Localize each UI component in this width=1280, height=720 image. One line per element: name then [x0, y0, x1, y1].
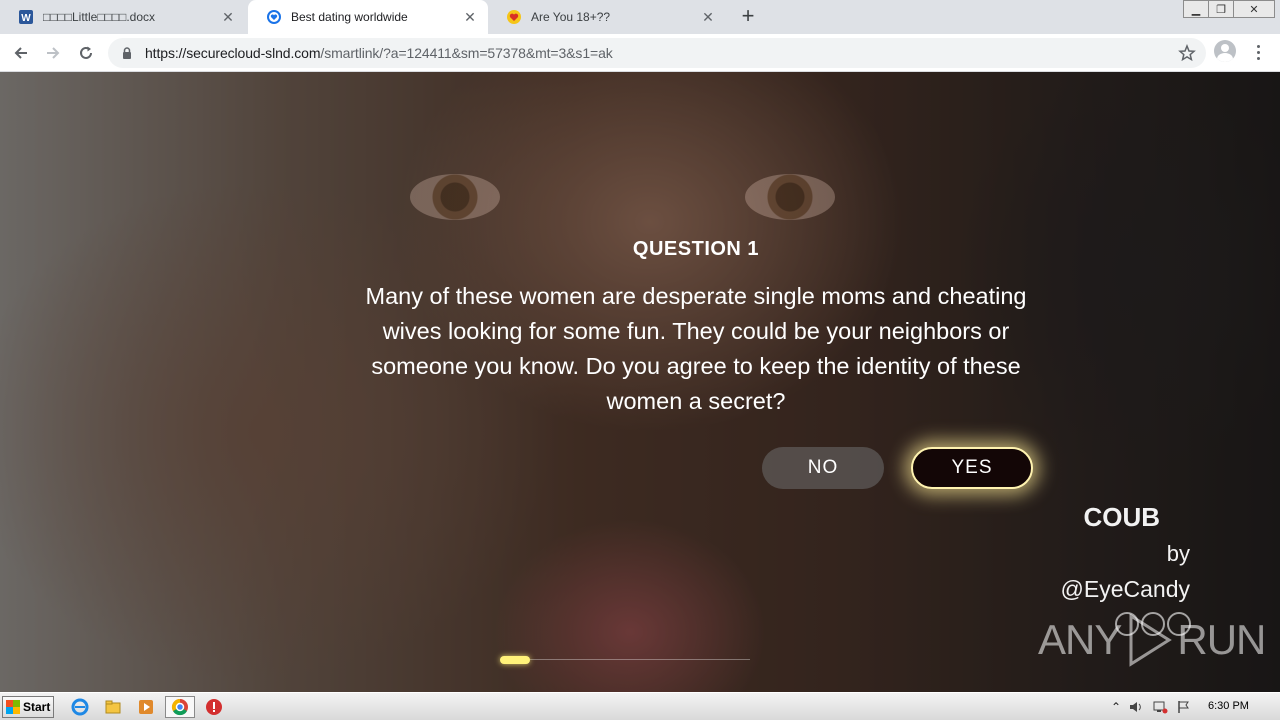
coub-logo: COUB — [1083, 502, 1160, 532]
start-label: Start — [23, 700, 51, 714]
minimize-icon[interactable]: ▁ — [1183, 0, 1209, 18]
progress-fill — [500, 656, 530, 664]
tab-title: □□□□Little□□□□.docx — [43, 10, 156, 24]
tab-best-dating[interactable]: Best dating worldwide ✕ — [248, 0, 488, 34]
forward-icon[interactable] — [40, 40, 66, 66]
question-text: Many of these women are desperate single… — [365, 283, 1027, 414]
reload-icon[interactable] — [73, 40, 99, 66]
page-content: QUESTION 1 Many of these women are despe… — [0, 72, 1280, 692]
coub-handle: @EyeCandy — [1060, 576, 1190, 602]
bookmark-star-icon[interactable] — [1178, 43, 1196, 62]
progress-track — [500, 659, 750, 660]
media-player-icon[interactable] — [136, 697, 156, 717]
question-title: QUESTION 1 — [632, 238, 760, 260]
close-tab-icon[interactable]: ✕ — [700, 9, 716, 25]
file-explorer-icon[interactable] — [103, 697, 123, 717]
tray-expand-icon[interactable]: ⌃ — [1108, 699, 1124, 715]
word-icon: W — [18, 9, 34, 25]
video-progress-bar[interactable] — [500, 656, 750, 664]
close-window-icon[interactable]: ✕ — [1233, 0, 1275, 18]
coub-by-text: by — [1166, 541, 1190, 566]
chrome-taskbar-icon[interactable] — [165, 696, 195, 718]
heart-icon — [506, 9, 522, 25]
watermark-left: ANY — [1038, 616, 1122, 663]
new-tab-icon[interactable]: + — [737, 5, 759, 28]
close-tab-icon[interactable]: ✕ — [220, 9, 236, 25]
lock-icon — [120, 46, 134, 60]
url-path: /smartlink/?a=124411&sm=57378&mt=3&s1=ak — [320, 45, 613, 61]
play-icon — [1125, 612, 1173, 668]
taskbar-clock: 6:30 PM — [1208, 700, 1249, 712]
tab-word-doc[interactable]: W □□□□Little□□□□.docx ✕ — [0, 0, 246, 34]
restore-icon[interactable]: ❐ — [1208, 0, 1234, 18]
tab-strip: W □□□□Little□□□□.docx ✕ Best dating worl… — [0, 0, 1280, 34]
shield-heart-icon — [266, 9, 282, 25]
url-text: https://securecloud-slnd.com/smartlink/?… — [145, 45, 613, 61]
start-button[interactable]: Start — [2, 696, 54, 718]
windows-taskbar: Start ⌃ 6:30 PM — [0, 692, 1280, 720]
anyrun-watermark: ANY RUN — [1038, 612, 1266, 668]
back-icon[interactable] — [8, 40, 34, 66]
svg-text:W: W — [21, 13, 31, 24]
background-photo — [410, 174, 500, 220]
volume-icon[interactable] — [1128, 699, 1144, 715]
action-center-flag-icon[interactable] — [1176, 699, 1192, 715]
browser-menu-icon[interactable] — [1250, 41, 1266, 63]
profile-avatar[interactable] — [1214, 40, 1236, 62]
stop-icon[interactable] — [204, 697, 224, 717]
tab-title: Are You 18+?? — [531, 10, 611, 24]
close-tab-icon[interactable]: ✕ — [462, 9, 478, 25]
tab-are-you-18[interactable]: Are You 18+?? ✕ — [488, 0, 726, 34]
watermark-right: RUN — [1177, 616, 1266, 663]
browser-toolbar: https://securecloud-slnd.com/smartlink/?… — [0, 34, 1280, 72]
address-bar[interactable]: https://securecloud-slnd.com/smartlink/?… — [108, 38, 1206, 68]
network-icon[interactable] — [1152, 699, 1168, 715]
url-host: https://securecloud-slnd.com — [145, 45, 321, 61]
windows-flag-icon — [6, 700, 20, 714]
internet-explorer-icon[interactable] — [70, 697, 90, 717]
tab-title: Best dating worldwide — [291, 10, 408, 24]
yes-button[interactable]: YES — [911, 447, 1033, 489]
no-button[interactable]: NO — [762, 447, 884, 489]
background-photo — [745, 174, 835, 220]
